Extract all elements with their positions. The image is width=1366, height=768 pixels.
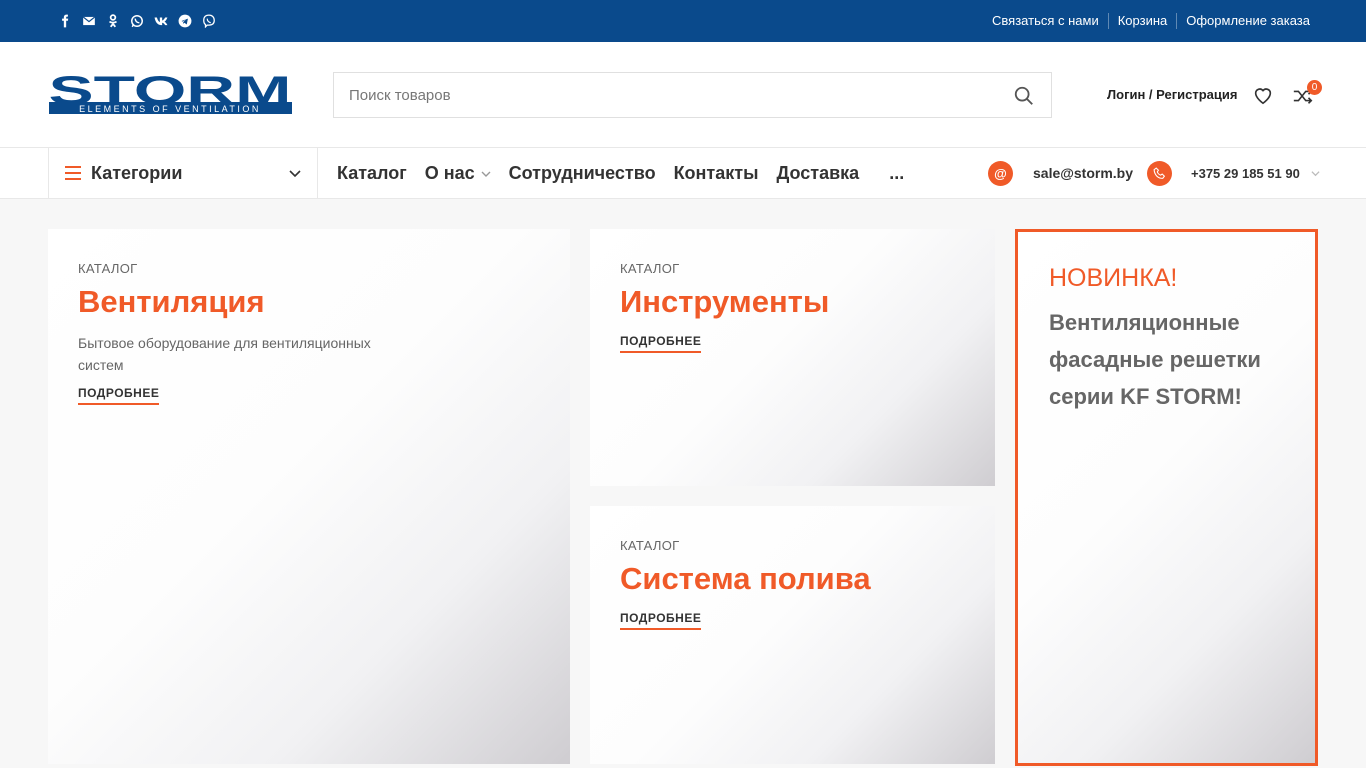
card-kicker: КАТАЛОГ	[78, 261, 138, 276]
tools-card[interactable]: КАТАЛОГ Инструменты ПОДРОБНЕЕ	[590, 229, 995, 486]
odnoklassniki-icon[interactable]	[101, 13, 125, 29]
whatsapp-icon[interactable]	[125, 13, 149, 29]
chevron-down-icon	[289, 170, 301, 178]
vk-icon[interactable]	[149, 13, 173, 29]
card-title[interactable]: Система полива	[620, 561, 871, 597]
promo-title: НОВИНКА!	[1049, 264, 1178, 292]
card-kicker: КАТАЛОГ	[620, 538, 680, 553]
nav-item-about[interactable]: О нас	[425, 163, 491, 184]
main-nav: Категории Каталог О нас Сотрудничество К…	[0, 147, 1366, 199]
irrigation-card[interactable]: КАТАЛОГ Система полива ПОДРОБНЕЕ	[590, 506, 995, 764]
nav-item-delivery[interactable]: Доставка	[776, 163, 859, 184]
logo-tagline: ELEMENTS OF VENTILATION	[79, 104, 261, 114]
contact-us-link[interactable]: Связаться с нами	[983, 13, 1108, 29]
chevron-down-icon[interactable]	[1311, 169, 1320, 178]
header: STORM ELEMENTS OF VENTILATION Логин / Ре…	[0, 42, 1366, 148]
chevron-down-icon	[481, 171, 491, 177]
viber-icon[interactable]	[197, 13, 221, 29]
contact-phone[interactable]: +375 29 185 51 90	[1191, 166, 1300, 181]
categories-label: Категории	[91, 163, 183, 183]
cart-link[interactable]: Корзина	[1107, 13, 1177, 29]
card-kicker: КАТАЛОГ	[620, 261, 680, 276]
social-links	[53, 13, 221, 29]
top-bar: Связаться с нами Корзина Оформление зака…	[0, 0, 1366, 42]
email-icon[interactable]	[77, 13, 101, 29]
nav-more[interactable]: ...	[889, 163, 904, 184]
nav-menu: Каталог О нас Сотрудничество Контакты До…	[337, 163, 922, 184]
nav-item-about-label: О нас	[424, 163, 475, 183]
nav-item-catalog[interactable]: Каталог	[337, 163, 407, 184]
login-register-link[interactable]: Логин / Регистрация	[1107, 87, 1237, 102]
at-icon: @	[988, 161, 1013, 186]
telegram-icon[interactable]	[173, 13, 197, 29]
checkout-link[interactable]: Оформление заказа	[1176, 13, 1319, 29]
card-title[interactable]: Вентиляция	[78, 284, 398, 320]
heart-icon[interactable]	[1252, 84, 1274, 106]
promo-text: Вентиляционные фасадные решетки серии KF…	[1049, 310, 1261, 409]
more-link[interactable]: ПОДРОБНЕЕ	[78, 386, 160, 405]
storm-logo[interactable]: STORM ELEMENTS OF VENTILATION	[48, 73, 293, 116]
search-input[interactable]	[334, 73, 974, 117]
more-link[interactable]: ПОДРОБНЕЕ	[620, 611, 702, 630]
categories-dropdown[interactable]: Категории	[48, 148, 318, 198]
promo-banner[interactable]: НОВИНКА! Вентиляционные фасадные решетки…	[1015, 229, 1318, 766]
compare-count-badge: 0	[1307, 80, 1322, 95]
search-icon[interactable]	[1013, 85, 1035, 107]
facebook-icon[interactable]	[53, 13, 77, 29]
nav-item-cooperation[interactable]: Сотрудничество	[509, 163, 656, 184]
search-box	[333, 72, 1052, 118]
nav-item-contacts[interactable]: Контакты	[674, 163, 759, 184]
menu-icon	[65, 166, 81, 180]
ventilation-card[interactable]: КАТАЛОГ Вентиляция Бытовое оборудование …	[48, 229, 570, 764]
card-title[interactable]: Инструменты	[620, 284, 829, 320]
phone-icon	[1147, 161, 1172, 186]
contact-email[interactable]: sale@storm.by	[1033, 165, 1133, 181]
card-description: Бытовое оборудование для вентиляционных …	[78, 335, 371, 373]
top-links: Связаться с нами Корзина Оформление зака…	[983, 13, 1319, 29]
more-link[interactable]: ПОДРОБНЕЕ	[620, 334, 702, 353]
